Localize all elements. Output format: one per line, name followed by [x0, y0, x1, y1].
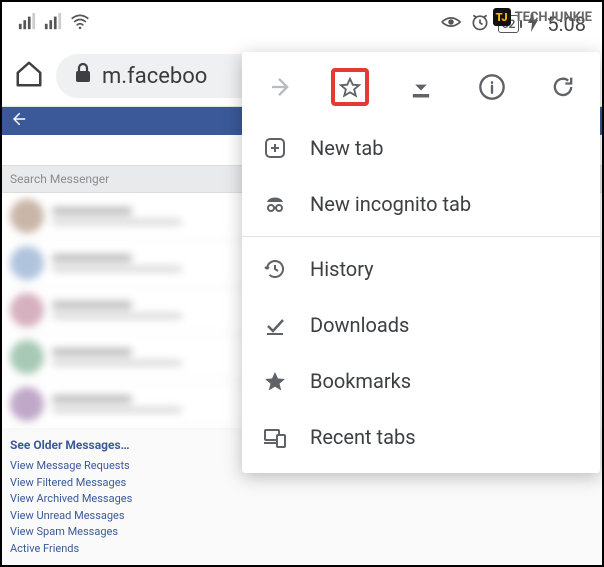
- fb-link[interactable]: View Filtered Messages: [10, 475, 594, 492]
- url-text: m.faceboo: [102, 64, 207, 89]
- signal-icon-2: [44, 13, 62, 36]
- menu-item-downloads[interactable]: Downloads: [242, 297, 600, 353]
- menu-label: New tab: [310, 136, 384, 160]
- menu-item-history[interactable]: History: [242, 241, 600, 297]
- menu-item-incognito[interactable]: New incognito tab: [242, 176, 600, 232]
- home-button[interactable]: [14, 59, 44, 93]
- info-button[interactable]: [473, 68, 511, 106]
- incognito-icon: [262, 192, 288, 216]
- check-underline-icon: [262, 313, 288, 337]
- fb-link[interactable]: Active Friends: [10, 541, 594, 558]
- wifi-icon: [70, 13, 90, 36]
- menu-label: Recent tabs: [310, 425, 416, 449]
- menu-label: New incognito tab: [310, 192, 471, 216]
- menu-item-bookmarks[interactable]: Bookmarks: [242, 353, 600, 409]
- fb-link[interactable]: View Spam Messages: [10, 524, 594, 541]
- eye-icon: [440, 13, 462, 36]
- bookmark-star-button[interactable]: [331, 68, 369, 106]
- watermark-label: TECHJUNKIE: [515, 10, 592, 25]
- plus-square-icon: [262, 136, 288, 160]
- download-button[interactable]: [402, 68, 440, 106]
- forward-button[interactable]: [260, 68, 298, 106]
- menu-label: History: [310, 257, 374, 281]
- star-filled-icon: [262, 369, 288, 393]
- history-icon: [262, 257, 288, 281]
- back-icon[interactable]: [10, 111, 26, 131]
- devices-icon: [262, 425, 288, 449]
- fb-links: View Message Requests View Filtered Mess…: [2, 458, 602, 565]
- reload-button[interactable]: [544, 68, 582, 106]
- menu-separator: [242, 236, 600, 237]
- signal-icon: [18, 13, 36, 36]
- browser-overflow-menu: New tab New incognito tab History Downlo…: [242, 52, 600, 473]
- alarm-icon: [470, 12, 490, 37]
- menu-item-recent-tabs[interactable]: Recent tabs: [242, 409, 600, 465]
- watermark: TJ TECHJUNKIE: [493, 8, 592, 26]
- menu-label: Bookmarks: [310, 369, 411, 393]
- watermark-logo: TJ: [493, 8, 511, 26]
- menu-label: Downloads: [310, 313, 409, 337]
- fb-link[interactable]: View Archived Messages: [10, 491, 594, 508]
- fb-link[interactable]: View Unread Messages: [10, 508, 594, 525]
- menu-item-new-tab[interactable]: New tab: [242, 120, 600, 176]
- lock-icon: [74, 63, 92, 89]
